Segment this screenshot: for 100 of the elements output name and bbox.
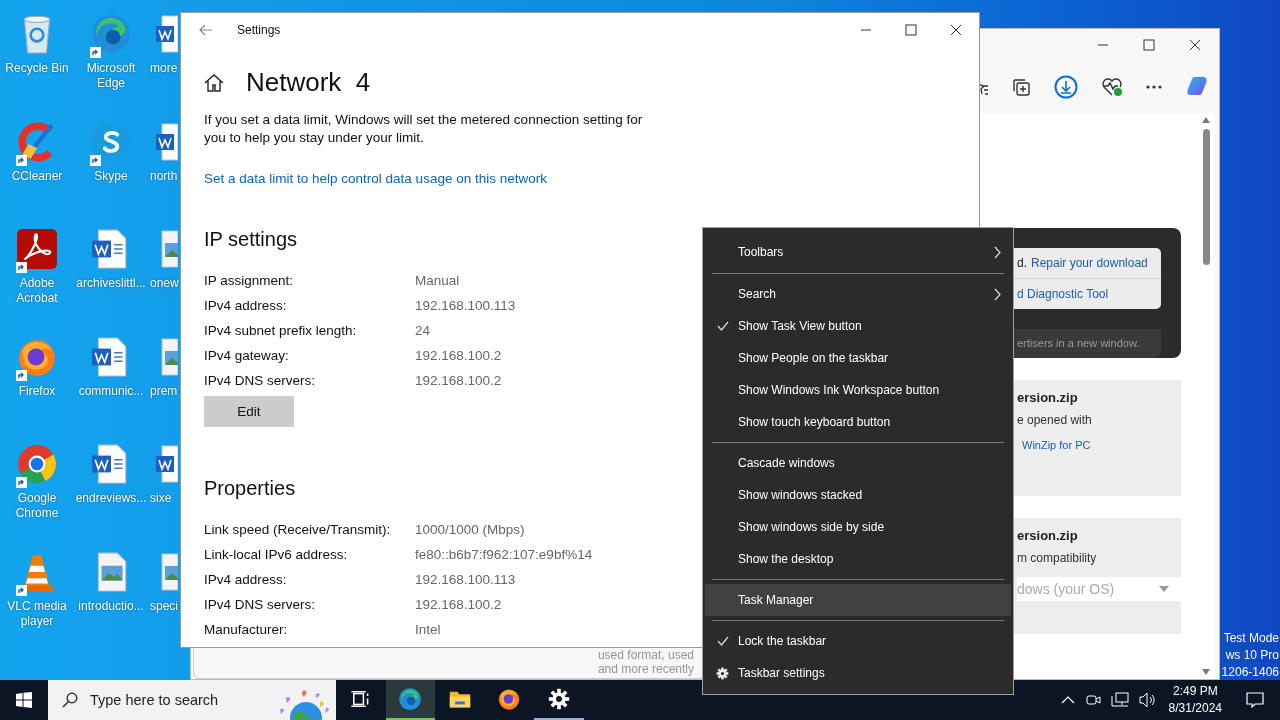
menu-item[interactable]: Show the desktop [705,543,1011,575]
data-limit-link[interactable]: Set a data limit to help control data usage on this network [204,171,547,186]
property-label: IPv4 address: [204,572,288,587]
close-icon[interactable] [950,24,962,36]
network-icon[interactable] [1110,692,1129,708]
health-icon[interactable] [1101,77,1123,97]
scroll-thumb[interactable] [1202,129,1210,265]
property-value: 24 [415,323,431,338]
file-name: ersion.zip [1017,528,1079,543]
desktop-icon[interactable]: introductio... [74,543,148,651]
scrollbar[interactable] [1201,117,1211,675]
clock-time[interactable]: 2:49 PM [1172,683,1218,700]
desktop-icon[interactable]: endreviews... [74,436,148,544]
desktop-icon-label: prem [150,383,178,399]
desktop-icon-label: endreviews... [74,491,148,506]
property-label: Link-local IPv6 address: [204,547,349,562]
desktop-icon[interactable]: speci [148,543,180,651]
info-text: used format, used and more recently [597,647,695,678]
window-title: Settings [237,23,281,37]
menu-item[interactable]: Cascade windows [705,447,1011,479]
property-label: IPv4 address: [204,298,288,313]
property-value: 192.168.100.2 [415,348,502,363]
desktop-icon[interactable]: sixe [148,436,180,544]
menu-item[interactable]: Toolbars [705,235,1011,269]
menu-item[interactable]: Task Manager [705,584,1011,616]
desktop-icon[interactable]: Firefox [0,328,74,436]
desktop-icon-label: communic... [77,383,145,399]
desktop-icon-label: Skype [93,168,129,184]
desktop-icon[interactable]: communic... [74,328,148,436]
desktop-icon[interactable]: Google Chrome [0,436,74,544]
menu-item[interactable]: Show Windows Ink Workspace button [705,374,1011,406]
desktop-icon[interactable]: archiveslittl... [74,221,148,329]
scroll-down-icon[interactable] [1202,669,1210,675]
search-input[interactable]: Type here to search [88,691,262,709]
menu-item[interactable]: Show windows side by side [705,511,1011,543]
maximize-icon[interactable] [905,24,917,36]
notice-link[interactable]: d Diagnostic Tool [1017,287,1109,301]
desktop-icon[interactable]: CCleaner [0,113,74,221]
property-label: Link speed (Receive/Transmit): [204,522,392,537]
desktop-icon-label: sixe [150,491,172,506]
property-value: 192.168.100.113 [415,298,516,313]
desktop-icon[interactable]: onew [148,221,180,329]
clock-date[interactable]: 8/31/2024 [1168,700,1222,717]
settings-icon [546,687,571,711]
pdf-app-icon [16,228,58,270]
menu-item[interactable]: Search [705,278,1011,310]
desktop-icon-label: north [150,168,178,184]
camera-icon[interactable] [1084,692,1101,708]
property-label: IPv4 DNS servers: [204,373,317,388]
property-value: 192.168.100.2 [415,373,502,388]
volume-icon[interactable] [1138,692,1157,708]
search-bar[interactable]: Type here to search [48,680,336,720]
checkmark-icon [716,321,729,331]
document-icon [154,444,178,484]
property-value: Intel [415,622,441,637]
menu-item[interactable]: Show windows stacked [705,479,1011,511]
document-icon [154,14,178,54]
desktop-icon-label: introductio... [77,598,145,614]
intro-paragraph: If you set a data limit, Windows will set the metered connection setting for you to help you stay under your limit. [204,111,644,147]
desktop-icon-label: CCleaner [10,168,64,184]
desktop-icon[interactable]: Recycle Bin [0,6,74,114]
desktop-icon-label: Adobe Acrobat [15,276,59,306]
document-icon [154,121,178,162]
close-icon[interactable] [1189,39,1201,51]
desktop-icon-label: onew [150,276,179,291]
maximize-icon[interactable] [1143,39,1155,51]
desktop-icon-label: more [150,61,178,76]
desktop-icon[interactable]: Skype [74,113,148,221]
test-mode-text: ws 10 Pro [1225,647,1279,664]
section-heading: Properties [204,477,296,500]
desktop-icon[interactable]: more [148,6,180,114]
notice-link[interactable]: Repair your download [1031,256,1148,270]
app-link[interactable]: WinZip for PC [1017,439,1181,451]
test-mode-text: Test Mode [1223,630,1279,647]
menu-item[interactable]: Show touch keyboard button [705,406,1011,438]
collections-icon[interactable] [1011,77,1031,97]
edit-button[interactable]: Edit [204,396,294,427]
desktop-icon[interactable]: VLC media player [0,543,74,651]
property-value: 192.168.100.113 [415,572,516,587]
menu-item[interactable]: Taskbar settings [705,657,1011,689]
property-label: Manufacturer: [204,622,289,637]
desktop-icon-label: Microsoft Edge [85,61,137,91]
notifications-icon[interactable] [1246,692,1264,708]
chevron-up-icon[interactable] [1060,696,1075,704]
back-icon[interactable] [199,24,213,36]
scroll-up-icon[interactable] [1202,117,1210,123]
menu-item[interactable]: Lock the taskbar [705,625,1011,657]
download-icon[interactable] [1054,75,1078,99]
desktop-icon[interactable]: Adobe Acrobat [0,221,74,329]
browser-icon [398,687,423,711]
desktop-icon[interactable]: Microsoft Edge [74,6,148,114]
desktop-icon[interactable]: north [148,113,180,221]
notice-text: d. [1017,256,1027,270]
card-text: m compatibility [1017,551,1098,565]
more-icon[interactable] [1146,85,1162,89]
section-heading: IP settings [204,228,298,251]
home-icon[interactable] [204,73,224,92]
desktop-icon[interactable]: prem [148,328,180,436]
taskbar-button[interactable] [385,680,435,720]
file-name: ersion.zip [1017,390,1079,405]
